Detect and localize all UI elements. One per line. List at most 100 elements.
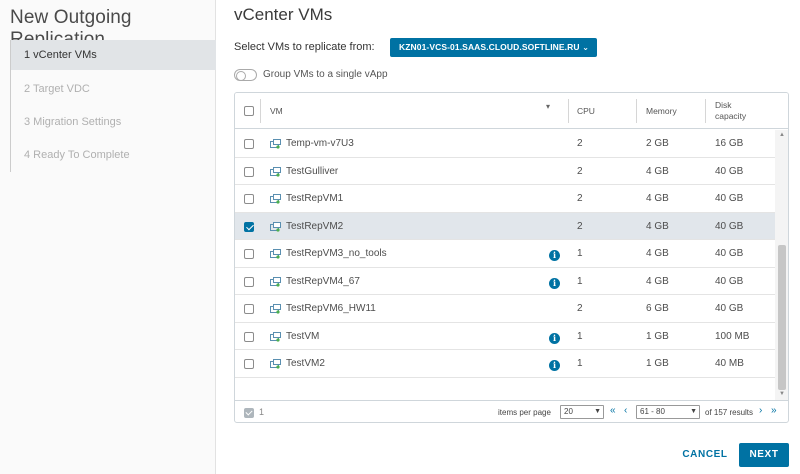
vm-disk: 40 MB bbox=[715, 358, 744, 369]
source-dropdown[interactable]: KZN01-VCS-01.SAAS.CLOUD.SOFTLINE.RU ⌄ bbox=[390, 38, 597, 57]
scrollbar-thumb[interactable] bbox=[778, 245, 786, 390]
vm-icon bbox=[270, 194, 281, 204]
scroll-down-icon[interactable]: ▼ bbox=[779, 391, 785, 397]
vm-cpu: 2 bbox=[577, 165, 583, 177]
step-vcenter-vms[interactable]: 1 vCenter VMs bbox=[11, 40, 216, 70]
table-row[interactable]: TestRepVM3_no_tools i 1 4 GB 40 GB bbox=[235, 240, 775, 268]
dropdown-arrow-icon: ▼ bbox=[594, 408, 601, 415]
vm-memory: 4 GB bbox=[646, 275, 669, 287]
vm-cpu: 1 bbox=[577, 358, 583, 369]
info-icon[interactable]: i bbox=[549, 250, 560, 261]
row-checkbox[interactable] bbox=[244, 304, 254, 314]
table-row[interactable]: Temp-vm-v7U3 2 2 GB 16 GB bbox=[235, 130, 775, 158]
items-per-page-select[interactable]: 20 ▼ bbox=[560, 405, 604, 419]
vm-name: TestVM2 bbox=[286, 358, 325, 369]
table-row[interactable]: TestVM i 1 1 GB 100 MB bbox=[235, 323, 775, 350]
group-vapp-toggle[interactable] bbox=[234, 69, 257, 81]
page-range-value: 61 - 80 bbox=[640, 407, 665, 416]
vm-icon bbox=[270, 166, 281, 177]
step-migration-settings: 3 Migration Settings bbox=[24, 116, 122, 128]
vm-memory: 4 GB bbox=[646, 193, 669, 204]
wizard-content: vCenter VMs Select VMs to replicate from… bbox=[216, 0, 800, 474]
row-checkbox[interactable] bbox=[244, 194, 254, 204]
vm-disk: 40 GB bbox=[715, 275, 744, 287]
table-row[interactable]: TestRepVM1 2 4 GB 40 GB bbox=[235, 185, 775, 213]
grid-scrollbar[interactable]: ▲ ▼ bbox=[775, 130, 788, 400]
table-row[interactable]: TestRepVM6_HW11 2 6 GB 40 GB bbox=[235, 295, 775, 323]
vm-disk: 40 GB bbox=[715, 248, 744, 259]
vm-disk: 100 MB bbox=[715, 330, 750, 342]
row-checkbox[interactable] bbox=[244, 359, 254, 369]
row-checkbox[interactable] bbox=[244, 166, 254, 177]
vm-disk: 40 GB bbox=[715, 165, 744, 177]
vm-cpu: 1 bbox=[577, 330, 583, 342]
vm-icon bbox=[270, 249, 281, 259]
scroll-up-icon[interactable]: ▲ bbox=[779, 132, 785, 138]
next-button[interactable]: NEXT bbox=[739, 443, 789, 467]
vm-icon bbox=[270, 359, 281, 369]
page-range-select[interactable]: 61 - 80 ▼ bbox=[636, 405, 700, 419]
group-vapp-label: Group VMs to a single vApp bbox=[263, 69, 388, 80]
table-row[interactable]: TestRepVM2 2 4 GB 40 GB bbox=[235, 212, 775, 240]
vm-cpu: 1 bbox=[577, 275, 583, 287]
info-icon[interactable]: i bbox=[549, 332, 560, 344]
vm-icon bbox=[270, 276, 281, 287]
vm-cpu: 2 bbox=[577, 193, 583, 204]
grid-header: VM ▾ CPU Memory Disk capacity bbox=[235, 93, 788, 129]
source-label: Select VMs to replicate from: bbox=[234, 41, 375, 53]
info-icon[interactable]: i bbox=[549, 277, 560, 289]
vm-memory: 1 GB bbox=[646, 358, 669, 369]
results-count: of 157 results bbox=[705, 408, 754, 417]
column-separator bbox=[636, 99, 637, 123]
table-row[interactable]: TestVM2 i 1 1 GB 40 MB bbox=[235, 350, 775, 378]
items-per-page-label: items per page bbox=[498, 408, 551, 417]
vm-name: TestRepVM3_no_tools bbox=[286, 248, 387, 259]
page-title: vCenter VMs bbox=[234, 5, 333, 24]
vm-icon bbox=[270, 221, 281, 232]
table-row[interactable]: TestGulliver 2 4 GB 40 GB bbox=[235, 158, 775, 185]
info-icon[interactable]: i bbox=[549, 360, 560, 371]
selected-count: 1 bbox=[259, 407, 265, 417]
vm-memory: 2 GB bbox=[646, 138, 669, 149]
vm-name: TestRepVM1 bbox=[286, 193, 344, 204]
selection-indicator-icon bbox=[244, 408, 254, 418]
vm-name: TestVM bbox=[286, 330, 320, 342]
vm-memory: 4 GB bbox=[646, 220, 669, 232]
next-page-icon[interactable]: › bbox=[759, 405, 762, 416]
source-dropdown-value: KZN01-VCS-01.SAAS.CLOUD.SOFTLINE.RU bbox=[399, 42, 580, 52]
vm-memory: 1 GB bbox=[646, 330, 669, 342]
vm-disk: 40 GB bbox=[715, 220, 744, 232]
row-checkbox[interactable] bbox=[244, 139, 254, 149]
column-vm[interactable]: VM bbox=[270, 93, 283, 129]
grid-body: Temp-vm-v7U3 2 2 GB 1 6 GB TestGulliver 2 4 GB 4… bbox=[235, 130, 775, 400]
column-memory[interactable]: Memory bbox=[646, 93, 677, 129]
vm-name: Temp-vm-v7U3 bbox=[286, 138, 354, 149]
first-page-icon[interactable]: « bbox=[610, 405, 616, 416]
column-separator bbox=[705, 99, 706, 123]
step-target-vdc: 2 Target VDC bbox=[24, 83, 90, 95]
vm-icon bbox=[270, 331, 281, 342]
wizard-steps: 1 vCenter VMs 2 Target VDC 3 Migration S… bbox=[10, 40, 216, 172]
grid-footer: 1 items per page 20 ▼ « ‹ 61 - 80 ▼ of 1… bbox=[235, 400, 788, 422]
vm-cpu: 2 bbox=[577, 303, 583, 314]
vm-cpu: 2 bbox=[577, 138, 583, 149]
row-checkbox[interactable] bbox=[244, 221, 254, 232]
table-row[interactable]: TestRepVM4_67 i 1 4 GB 40 GB bbox=[235, 268, 775, 295]
vm-memory: 4 GB bbox=[646, 248, 669, 259]
vm-datagrid: VM ▾ CPU Memory Disk capacity Temp-vm-v7… bbox=[234, 92, 789, 423]
previous-page-icon[interactable]: ‹ bbox=[624, 405, 627, 416]
row-checkbox[interactable] bbox=[244, 331, 254, 342]
select-all-checkbox[interactable] bbox=[244, 106, 254, 116]
vm-memory: 6 GB bbox=[646, 303, 669, 314]
vm-disk: 40 GB bbox=[715, 193, 744, 204]
column-cpu[interactable]: CPU bbox=[577, 93, 595, 129]
cancel-button[interactable]: CANCEL bbox=[676, 443, 734, 467]
column-disk-capacity[interactable]: Disk capacity bbox=[715, 93, 759, 129]
row-checkbox[interactable] bbox=[244, 276, 254, 287]
filter-icon[interactable]: ▾ bbox=[546, 102, 550, 111]
last-page-icon[interactable]: » bbox=[771, 405, 777, 416]
row-checkbox[interactable] bbox=[244, 249, 254, 259]
vm-icon bbox=[270, 304, 281, 314]
vm-name: TestRepVM2 bbox=[286, 220, 344, 232]
vm-name: TestRepVM6_HW11 bbox=[286, 303, 376, 314]
